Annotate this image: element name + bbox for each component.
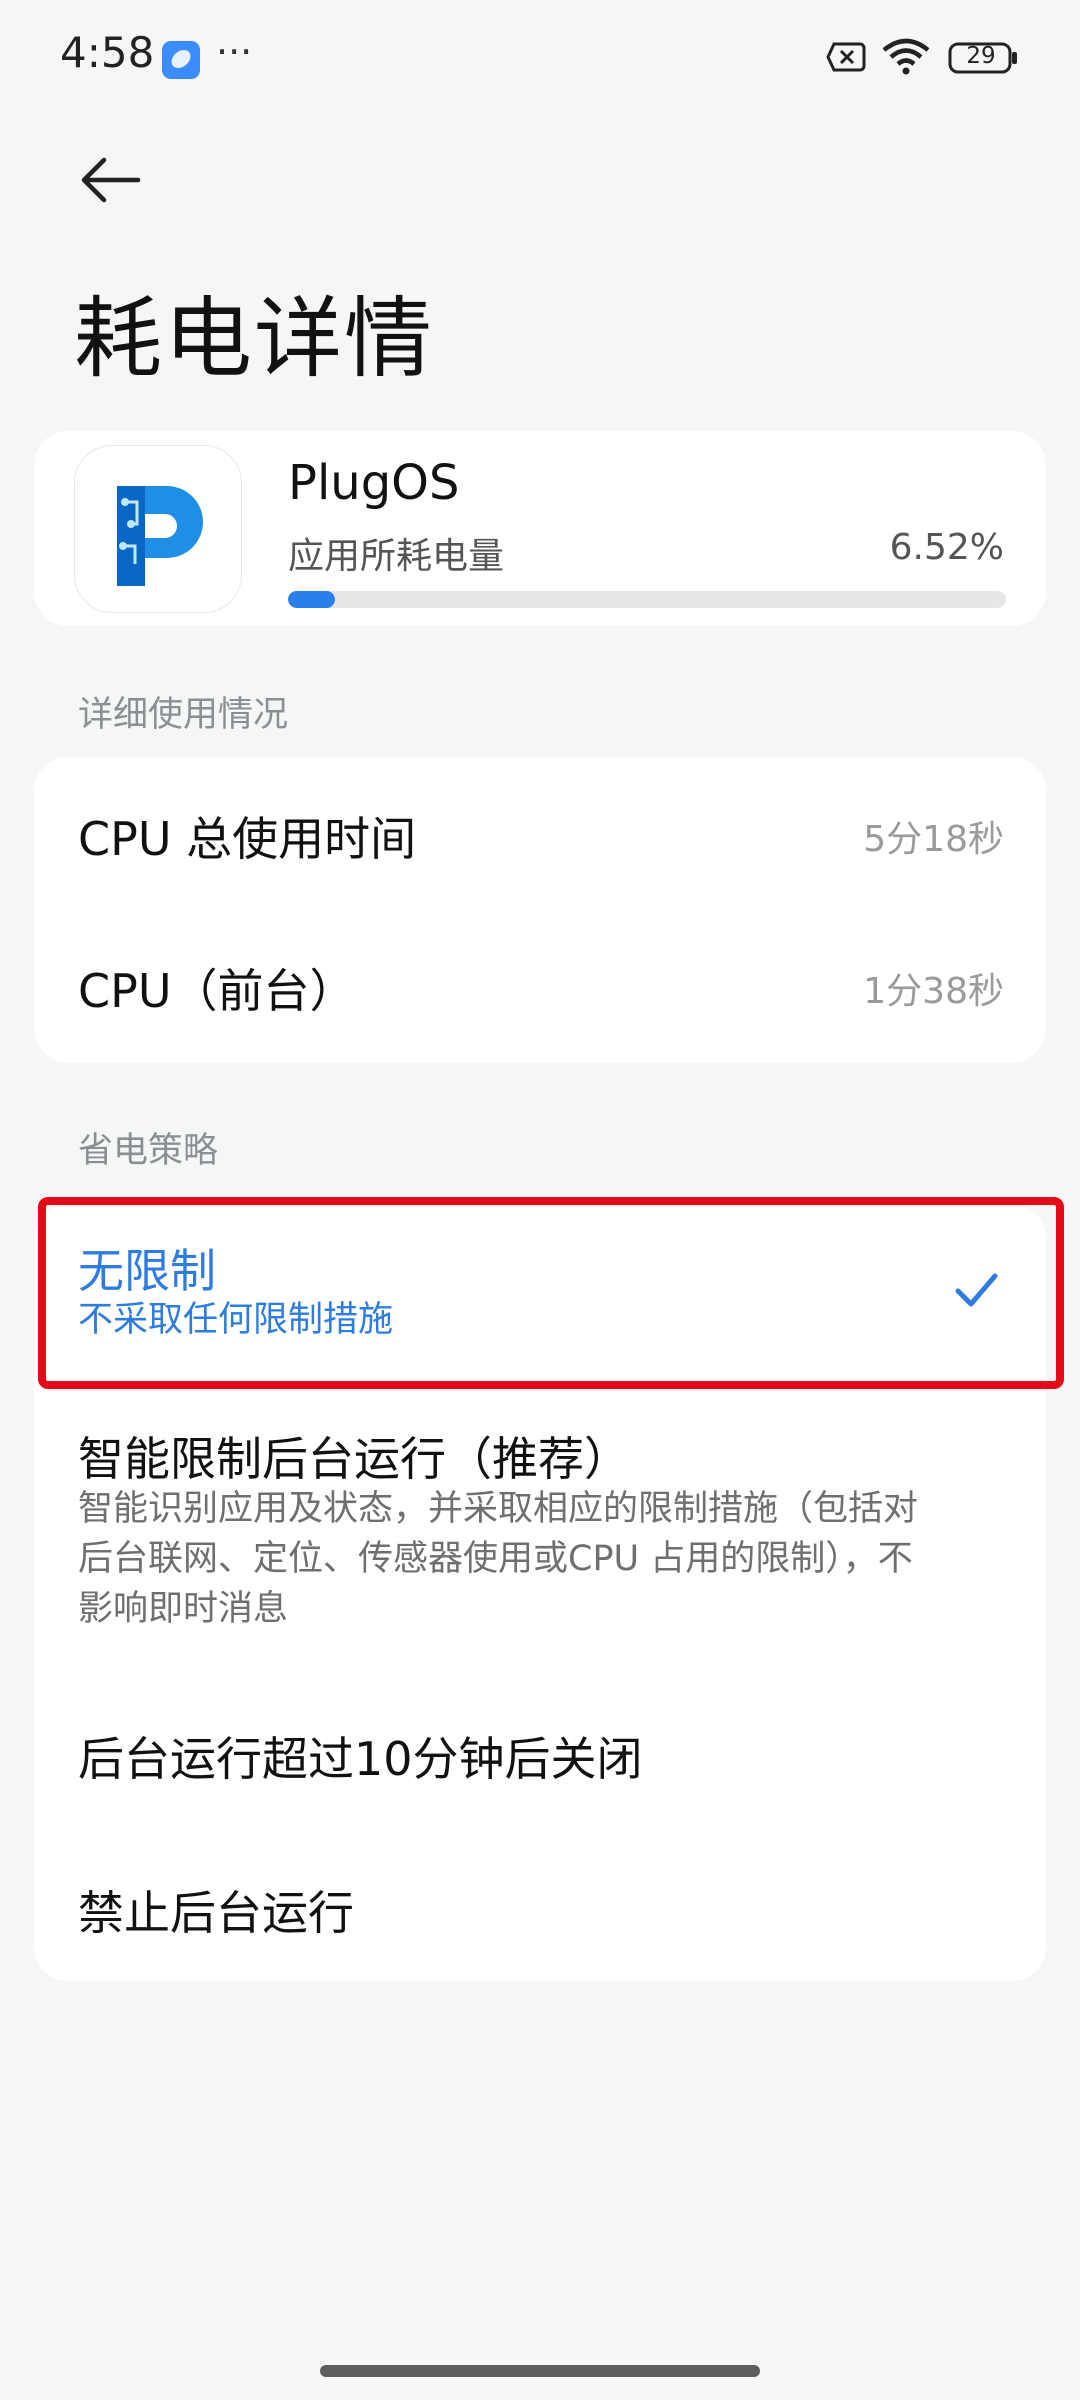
usage-progress-bar (288, 591, 1006, 608)
selection-highlight-box (38, 1197, 1064, 1389)
option-smart-restrict-title: 智能限制后台运行（推荐） (78, 1432, 630, 1486)
app-usage-label: 应用所耗电量 (288, 536, 505, 577)
section-title-policy: 省电策略 (78, 1131, 219, 1171)
app-icon (74, 445, 242, 613)
option-smart-restrict-desc: 智能识别应用及状态，并采取相应的限制措施（包括对后台联网、定位、传感器使用或CP… (78, 1489, 919, 1629)
page-title: 耗电详情 (74, 287, 435, 390)
cpu-foreground-label: CPU（前台） (78, 964, 356, 1018)
section-title-usage: 详细使用情况 (78, 695, 289, 735)
no-sim-icon (826, 42, 866, 72)
status-time: 4:58 (60, 28, 155, 77)
cpu-total-value: 5分18秒 (863, 819, 1004, 860)
app-name: PlugOS (288, 455, 460, 511)
option-forbid-background-title: 禁止后台运行 (78, 1886, 354, 1940)
back-arrow-icon[interactable] (76, 150, 146, 210)
home-indicator[interactable] (320, 2365, 760, 2377)
app-notification-icon (162, 41, 200, 79)
battery-level: 29 (966, 43, 996, 69)
app-usage-percent: 6.52% (889, 527, 1004, 568)
cpu-total-label: CPU 总使用时间 (78, 812, 417, 866)
option-close-after-10min-title: 后台运行超过10分钟后关闭 (78, 1732, 643, 1786)
wifi-icon (882, 38, 930, 75)
usage-progress-fill (288, 591, 335, 608)
more-notifications-icon: ··· (216, 30, 253, 74)
cpu-foreground-value: 1分38秒 (863, 971, 1004, 1012)
